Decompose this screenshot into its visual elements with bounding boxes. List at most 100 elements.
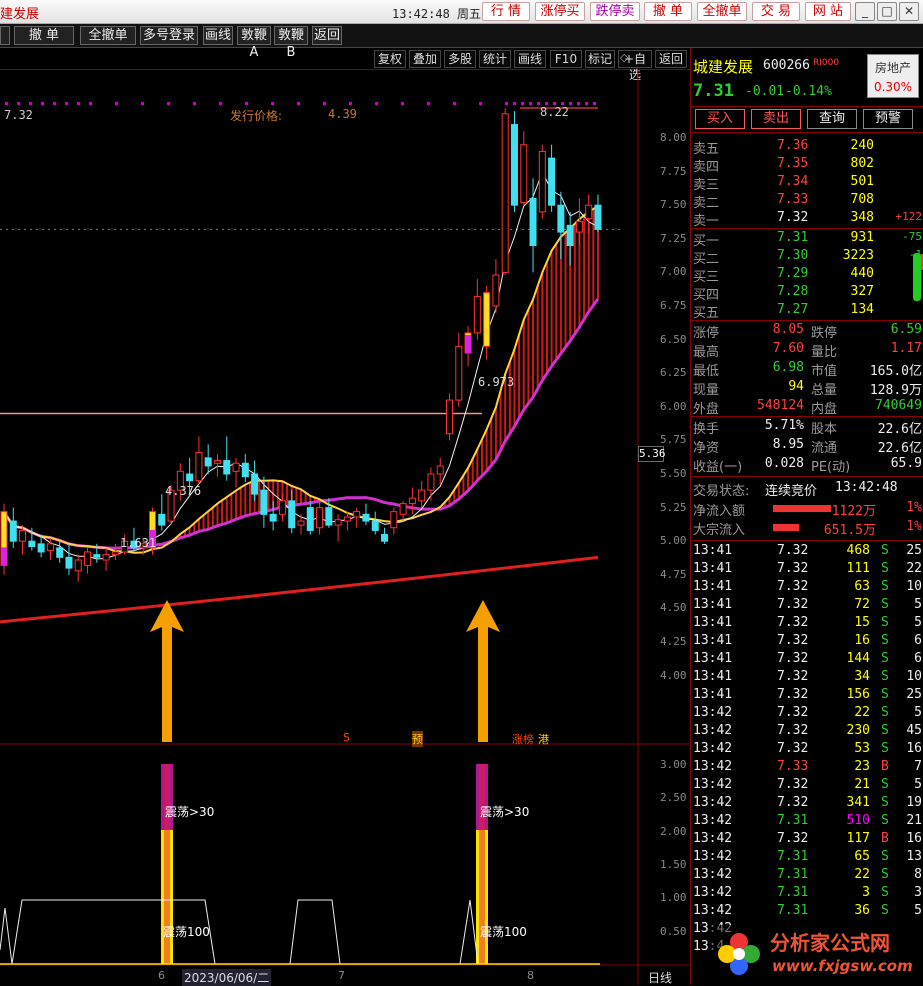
level-volume: 3223 <box>842 248 874 263</box>
period-tab[interactable]: 日线 <box>648 969 672 986</box>
sub-axis-tick: 2.00 <box>660 824 687 838</box>
tick-side: S <box>881 867 889 882</box>
tick-count: 19 <box>906 795 922 810</box>
title-button[interactable]: 交 易 <box>752 2 800 21</box>
y-axis-tick: 5.50 <box>660 467 687 480</box>
tick-side: S <box>881 597 889 612</box>
tick-time: 13:41 <box>693 651 733 666</box>
buy-button[interactable]: 买入 <box>695 109 745 129</box>
restore-icon[interactable]: □ <box>877 2 897 21</box>
tick-volume: 34 <box>854 669 870 684</box>
signal-dot <box>569 102 572 105</box>
tick-volume: 65 <box>854 849 870 864</box>
signal-dot <box>89 102 92 105</box>
title-button[interactable]: 全撤单 <box>697 2 747 21</box>
tick-volume: 144 <box>846 651 870 666</box>
tick-volume: 22 <box>854 705 870 720</box>
minimize-icon[interactable]: _ <box>855 2 875 21</box>
y-axis-tick: 4.00 <box>660 668 687 682</box>
signal-dot <box>521 102 524 105</box>
y-axis-tick: 4.75 <box>660 567 687 581</box>
query-button[interactable]: 查询 <box>807 109 857 129</box>
signal-dot <box>375 102 378 105</box>
close-icon[interactable]: ✕ <box>899 2 919 21</box>
alert-button[interactable]: 预警 <box>863 109 913 129</box>
sub-axis-tick: 1.50 <box>660 858 687 871</box>
flow-pct: 1% <box>906 500 922 515</box>
candle-up <box>501 113 509 273</box>
tick-row: 13:41 7.32 72 S 5 <box>693 597 922 615</box>
title-button[interactable]: 行 情 <box>482 2 530 21</box>
diamond-icon[interactable]: ◇ <box>620 51 628 64</box>
toolbar-button[interactable]: 敦鞭A <box>237 26 271 60</box>
stat-label: 最低 <box>693 364 720 379</box>
signal-dot <box>401 102 404 105</box>
sub-axis-tick: 1.00 <box>660 891 687 905</box>
tick-count: 5 <box>914 777 922 792</box>
title-button[interactable]: 涨停买 <box>535 2 585 21</box>
toolbar-button[interactable]: 敦鞭B <box>274 26 308 60</box>
signal-label-a2: 震荡>30 <box>480 805 530 819</box>
signal-dot <box>53 102 56 105</box>
level-price: 7.35 <box>777 156 809 171</box>
chart-header-button[interactable]: 叠加 <box>409 50 441 68</box>
level-name: 卖四 <box>693 160 720 175</box>
toolbar-button[interactable]: 多号登录 <box>140 26 198 45</box>
chart-header-button[interactable]: 统计 <box>479 50 511 68</box>
tick-count: 5 <box>914 597 922 612</box>
tick-row: 13:42 7.32 22 S 5 <box>693 705 922 723</box>
event-pre: 预 <box>412 731 423 747</box>
tick-side: S <box>881 651 889 666</box>
flow-label: 净流入额 <box>693 504 746 519</box>
chart-header-button[interactable]: 多股 <box>444 50 476 68</box>
toolbar-button[interactable]: 返回 <box>312 26 342 45</box>
tick-side: S <box>881 561 889 576</box>
candle-down <box>548 157 556 206</box>
level-name: 卖三 <box>693 178 720 193</box>
tick-volume: 53 <box>854 741 870 756</box>
stat-label: 市值 <box>811 364 838 379</box>
event-s: S <box>343 731 350 744</box>
toolbar-button[interactable]: 撤 单 <box>14 26 74 45</box>
candle-up <box>297 520 305 526</box>
stat-value: 165.0亿 <box>869 364 922 379</box>
kline-chart[interactable] <box>0 70 690 985</box>
y-axis-tick: 5.75 <box>660 433 687 447</box>
candle-up <box>446 399 453 435</box>
chart-header-button[interactable]: 画线 <box>514 50 546 68</box>
toolbar-button[interactable]: 画线 <box>203 26 233 45</box>
ask-row: 卖四 7.35 802 <box>693 156 922 175</box>
candle-down <box>204 457 212 467</box>
title-button[interactable]: 跌停卖 <box>590 2 640 21</box>
tick-row: 13:42 7.32 21 S 5 <box>693 777 922 795</box>
buy-arrow-icon <box>466 600 500 742</box>
signal-dot <box>41 102 44 105</box>
tick-volume: 22 <box>854 867 870 882</box>
tick-row: 13:42 7.33 23 B 7 <box>693 759 922 777</box>
candle-up <box>102 554 110 561</box>
annotation-low: 4.376 <box>165 484 202 498</box>
chart-header-button[interactable]: F10 <box>550 50 582 68</box>
sell-button[interactable]: 卖出 <box>751 109 801 129</box>
candle-up <box>213 460 221 464</box>
candle-down <box>325 507 333 526</box>
level-name: 买二 <box>693 252 720 267</box>
tick-row: 13:42 7.31 36 S 5 <box>693 903 922 921</box>
candle-down <box>510 124 518 206</box>
tick-count: 13 <box>906 849 922 864</box>
signal-dot <box>505 102 508 105</box>
tick-side: S <box>881 903 889 918</box>
status-value: 连续竞价 <box>765 484 818 499</box>
signal-dot <box>245 102 248 105</box>
chart-header-button[interactable]: 复权 <box>374 50 406 68</box>
stat-label: 流通 <box>811 441 838 456</box>
chart-header-button[interactable]: 标记 <box>585 50 615 68</box>
tick-time: 13:42 <box>693 705 733 720</box>
level-price: 7.28 <box>777 284 809 299</box>
title-button[interactable]: 网 站 <box>805 2 851 21</box>
tick-side: S <box>881 777 889 792</box>
chart-header-button[interactable]: 返回 <box>655 50 687 68</box>
tick-side: S <box>881 705 889 720</box>
title-button[interactable]: 撤 单 <box>644 2 692 21</box>
toolbar-button[interactable]: 全撤单 <box>80 26 136 45</box>
